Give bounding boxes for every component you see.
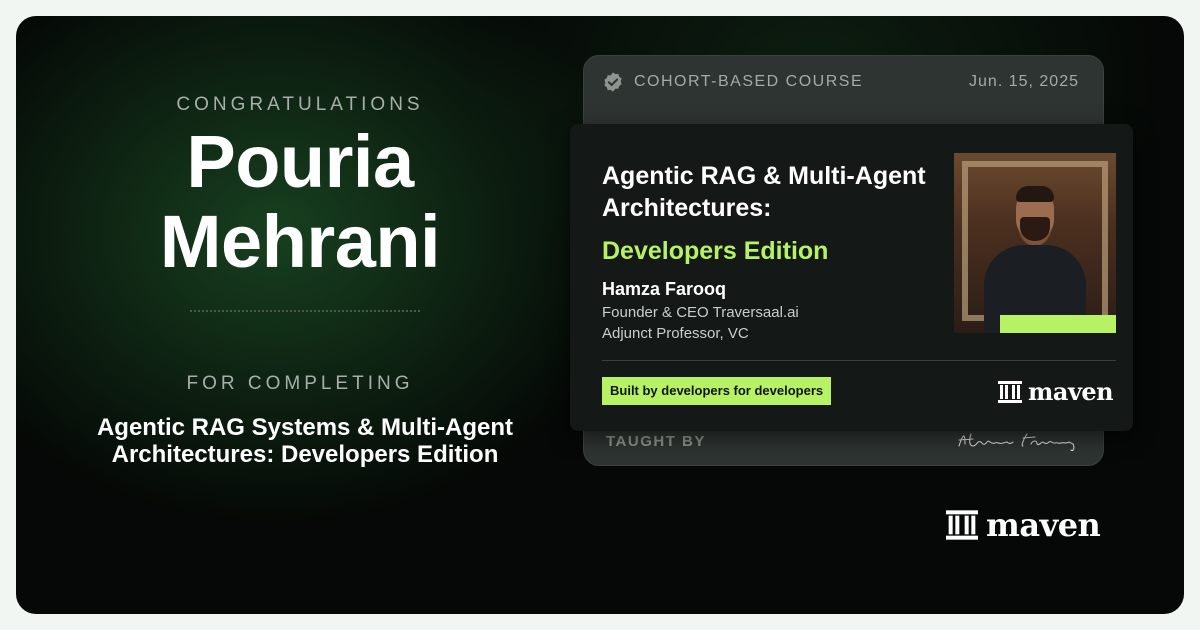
cohort-label: COHORT-BASED COURSE [634, 73, 864, 90]
instructor-role: Founder & CEO Traversaal.ai [602, 304, 799, 321]
poster-maven-logo: maven [998, 377, 1114, 406]
recipient-name: Pouria Mehrani [0, 122, 600, 282]
poster-divider [602, 360, 1116, 361]
for-completing-label: FOR COMPLETING [186, 373, 414, 394]
maven-pillars-icon [998, 380, 1022, 403]
taught-by-label: TAUGHT BY [606, 432, 706, 450]
instructor-photo [954, 153, 1116, 333]
instructor-name: Hamza Farooq [602, 279, 727, 299]
maven-pillars-icon [946, 510, 978, 540]
verified-badge-icon [604, 72, 622, 92]
completed-course-title: Agentic RAG Systems & Multi-Agent Archit… [96, 414, 514, 468]
recipient-last-name: Mehrani [159, 200, 441, 283]
recipient-first-name: Pouria [186, 120, 414, 203]
poster-brand-name: maven [1028, 377, 1114, 406]
dotted-divider [190, 310, 420, 312]
completion-date: Jun. 15, 2025 [969, 73, 1079, 90]
congratulations-label: CONGRATULATIONS [176, 94, 424, 115]
tagline-badge: Built by developers for developers [602, 377, 832, 405]
accent-bar [1000, 315, 1116, 333]
card-header: COHORT-BASED COURSE Jun. 15, 2025 [584, 56, 1103, 108]
cohort-badge: COHORT-BASED COURSE [602, 71, 863, 93]
poster-course-edition: Developers Edition [602, 237, 829, 265]
recipient-section: CONGRATULATIONS Pouria Mehrani FOR COMPL… [0, 0, 600, 598]
brand-name: maven [986, 506, 1101, 544]
instructor-role-secondary: Adjunct Professor, VC [602, 325, 749, 342]
course-poster: Agentic RAG & Multi-Agent Architectures:… [570, 124, 1133, 431]
poster-course-title: Agentic RAG & Multi-Agent Architectures: [602, 162, 926, 222]
maven-logo: maven [946, 506, 1101, 544]
